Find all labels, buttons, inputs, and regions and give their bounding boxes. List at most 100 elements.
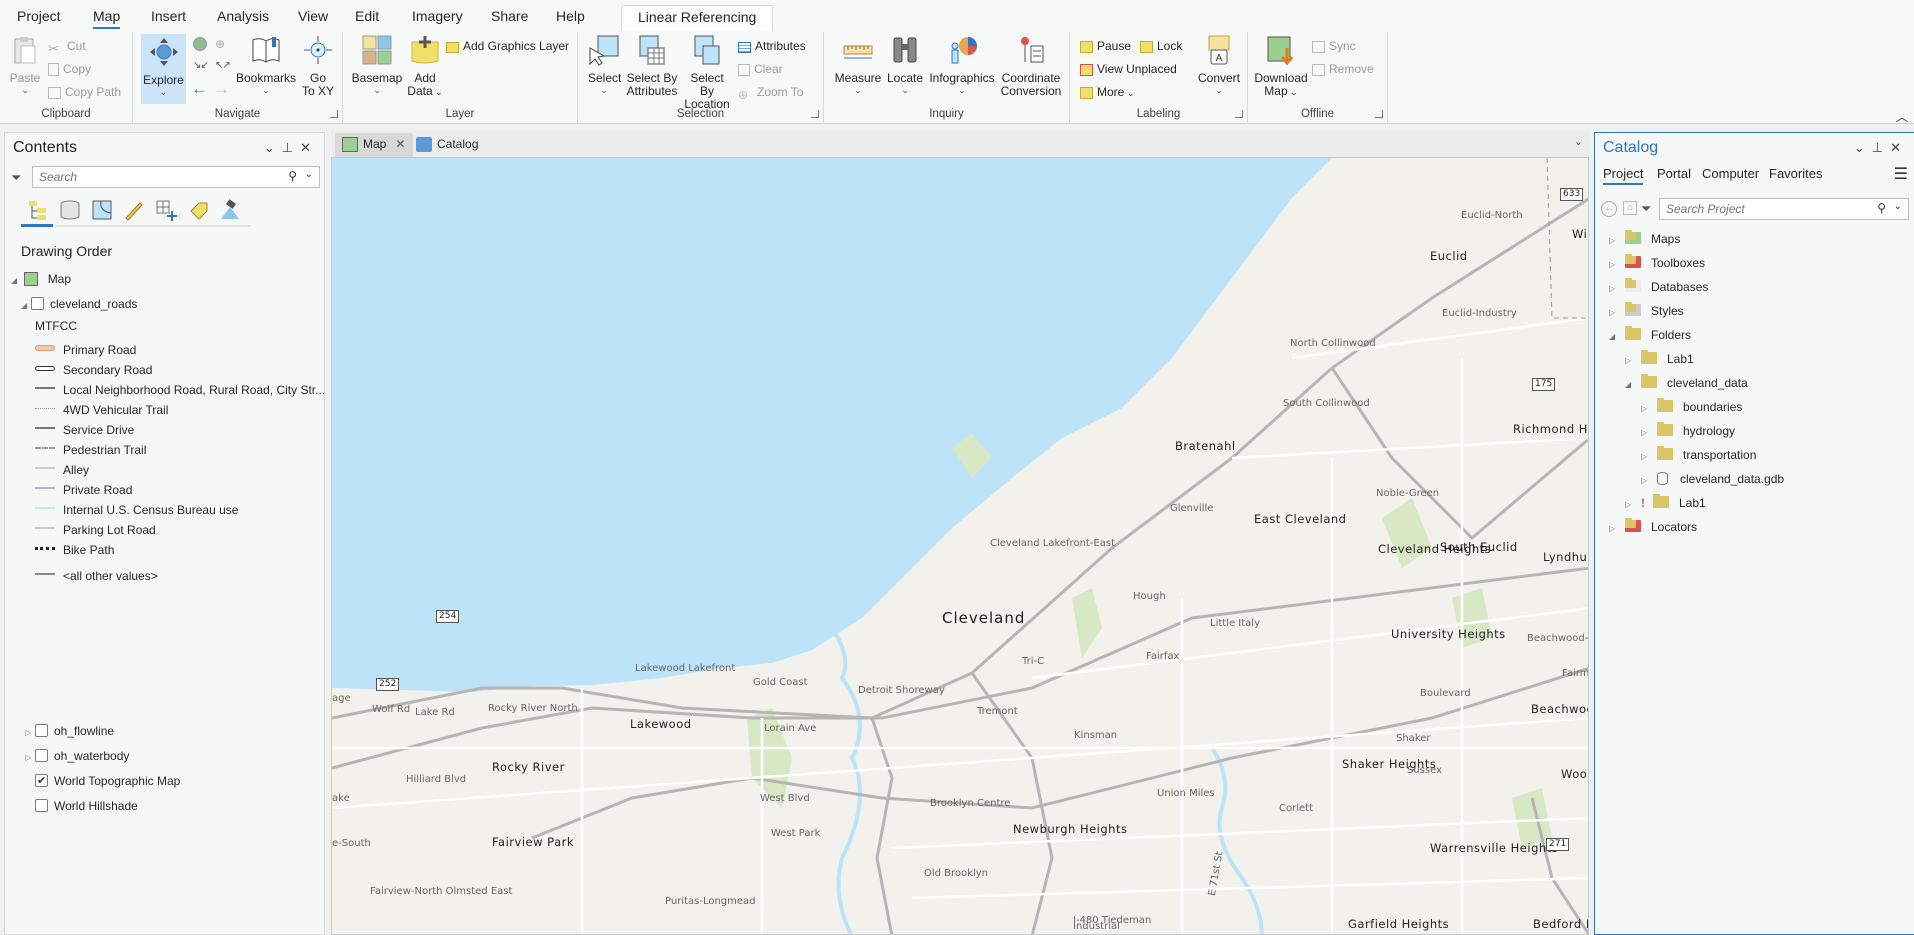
view-tab-map[interactable]: Map ✕ (335, 133, 414, 157)
catalog-tree-item[interactable]: ▷ Toolboxes (1609, 253, 1705, 273)
catalog-tree-item[interactable]: ▷ Maps (1609, 229, 1680, 249)
legend-symbol-icon[interactable] (35, 423, 55, 433)
layer-visibility-checkbox[interactable] (35, 772, 48, 790)
expand-triangle-icon[interactable]: ▷ (1625, 351, 1635, 371)
fixed-zoom-in-icon[interactable]: ↘↙ (193, 60, 209, 71)
pane-options-icon[interactable]: ⌄ (264, 140, 282, 155)
go-to-xy-button[interactable]: Go To XY (300, 34, 336, 98)
pause-labeling-button[interactable]: Pause (1080, 36, 1131, 56)
expand-triangle-icon[interactable]: ▷ (1641, 423, 1651, 443)
measure-button[interactable]: Measure ⌄ (834, 34, 882, 95)
list-by-editing-icon[interactable] (123, 199, 145, 221)
contents-search-input[interactable] (33, 167, 319, 187)
paste-button[interactable]: Paste ⌄ (8, 34, 42, 95)
filter-icon[interactable]: ⏷ (11, 170, 21, 186)
select-by-location-button[interactable]: Select By Location (682, 34, 732, 111)
expand-triangle-icon[interactable]: ▷ (1641, 447, 1651, 467)
list-by-selection-icon[interactable] (91, 199, 113, 221)
legend-item[interactable]: Alley (35, 461, 89, 479)
catalog-tree-item[interactable]: ▷ Locators (1609, 517, 1697, 537)
labeling-launcher-icon[interactable] (1235, 110, 1243, 118)
collapse-triangle-icon[interactable]: ◢ (1609, 327, 1619, 347)
close-icon[interactable]: ✕ (300, 140, 318, 155)
legend-item[interactable]: <all other values> (35, 567, 158, 585)
next-extent-icon[interactable]: → (213, 79, 230, 99)
catalog-tab-project[interactable]: Project (1603, 166, 1644, 185)
map-view[interactable]: Cleveland Euclid Bratenahl East Cleveland Cl… (331, 157, 1589, 935)
more-labeling-button[interactable]: More ⌄ (1080, 82, 1134, 102)
list-by-snapping-icon[interactable] (155, 199, 177, 221)
catalog-tree-item[interactable]: ◢ cleveland_data (1625, 373, 1748, 393)
catalog-search-input[interactable] (1660, 199, 1908, 219)
expand-triangle-icon[interactable]: ▷ (1609, 303, 1619, 323)
clear-selection-button[interactable]: Clear (738, 59, 783, 79)
legend-item[interactable]: Internal U.S. Census Bureau use (35, 501, 238, 519)
tab-linear-referencing[interactable]: Linear Referencing (621, 5, 774, 31)
expand-triangle-icon[interactable]: ▷ (1609, 519, 1619, 539)
close-tab-icon[interactable]: ✕ (395, 137, 405, 151)
legend-symbol-icon[interactable] (35, 443, 55, 453)
toc-layer-oh-flowline[interactable]: ▷ oh_flowline (25, 722, 114, 740)
legend-symbol-icon[interactable] (35, 569, 55, 579)
home-icon[interactable]: ⌂ (1623, 201, 1637, 215)
zoom-to-selection-icon[interactable]: ⊕ (215, 37, 225, 51)
expand-triangle-icon[interactable]: ▷ (25, 724, 35, 742)
sync-button[interactable]: Sync (1312, 36, 1356, 56)
zoom-to-selection-button[interactable]: ⊕ Zoom To (738, 82, 803, 102)
expand-triangle-icon[interactable]: ▷ (1641, 399, 1651, 419)
legend-symbol-icon[interactable] (35, 343, 55, 353)
catalog-menu-icon[interactable]: ☰ (1894, 164, 1908, 184)
catalog-tab-favorites[interactable]: Favorites (1769, 166, 1822, 181)
select-by-attributes-button[interactable]: Select By Attributes (626, 34, 678, 98)
catalog-tab-computer[interactable]: Computer (1702, 166, 1759, 181)
convert-labels-button[interactable]: A Convert ⌄ (1196, 34, 1242, 95)
selection-launcher-icon[interactable] (811, 110, 819, 118)
catalog-tab-portal[interactable]: Portal (1657, 166, 1691, 181)
toc-layer-world-hillshade[interactable]: World Hillshade (35, 797, 138, 815)
expand-triangle-icon[interactable]: ◢ (11, 272, 21, 290)
close-icon[interactable]: ✕ (1890, 140, 1908, 155)
legend-symbol-icon[interactable] (35, 543, 55, 553)
list-by-drawing-order-icon[interactable] (27, 199, 49, 221)
pin-icon[interactable]: ⊥ (1872, 140, 1890, 155)
toc-map-row[interactable]: ◢ Map (11, 270, 71, 288)
tab-share[interactable]: Share (491, 8, 528, 24)
copy-path-button[interactable]: Copy Path (48, 82, 121, 102)
layer-visibility-checkbox[interactable] (35, 799, 48, 812)
view-tab-catalog[interactable]: Catalog (409, 133, 486, 157)
list-by-labeling-icon[interactable] (187, 199, 209, 221)
pane-options-icon[interactable]: ⌄ (1854, 140, 1872, 155)
layer-visibility-checkbox[interactable] (31, 297, 44, 310)
tab-project[interactable]: Project (17, 8, 61, 24)
tab-analysis[interactable]: Analysis (217, 8, 269, 24)
legend-item[interactable]: Parking Lot Road (35, 521, 156, 539)
legend-item[interactable]: Pedestrian Trail (35, 441, 146, 459)
expand-triangle-icon[interactable]: ▷ (1609, 231, 1619, 251)
collapse-triangle-icon[interactable]: ◢ (1625, 375, 1635, 395)
layer-visibility-checkbox[interactable] (35, 724, 48, 737)
catalog-tree-item[interactable]: ▷ cleveland_data.gdb (1641, 469, 1784, 489)
legend-symbol-icon[interactable] (35, 383, 55, 393)
legend-item[interactable]: Bike Path (35, 541, 114, 559)
catalog-tree-item[interactable]: ▷ hydrology (1641, 421, 1735, 441)
legend-symbol-icon[interactable] (35, 503, 55, 513)
collapse-ribbon-icon[interactable]: ︿ (1896, 108, 1908, 125)
previous-extent-icon[interactable]: ← (191, 79, 208, 99)
add-data-button[interactable]: Add Data ⌄ (405, 34, 445, 99)
toc-layer-oh-waterbody[interactable]: ▷ oh_waterbody (25, 747, 129, 765)
tab-map[interactable]: Map (93, 8, 121, 29)
remove-offline-button[interactable]: Remove (1312, 59, 1374, 79)
legend-item[interactable]: Service Drive (35, 421, 134, 439)
infographics-button[interactable]: Infographics ⌄ (928, 34, 996, 95)
legend-symbol-icon[interactable] (35, 403, 55, 413)
layer-visibility-checkbox[interactable] (35, 749, 48, 762)
tab-edit[interactable]: Edit (355, 8, 379, 24)
expand-triangle-icon[interactable]: ▷ (1609, 279, 1619, 299)
tab-view[interactable]: View (298, 8, 328, 24)
back-icon[interactable]: ← (1601, 201, 1617, 217)
expand-triangle-icon[interactable]: ▷ (25, 749, 35, 767)
add-graphics-layer-button[interactable]: Add Graphics Layer (446, 36, 569, 56)
view-tab-menu-chevron-icon[interactable]: ⌄ (1574, 135, 1583, 148)
tab-insert[interactable]: Insert (151, 8, 186, 24)
legend-item[interactable]: Secondary Road (35, 361, 152, 379)
